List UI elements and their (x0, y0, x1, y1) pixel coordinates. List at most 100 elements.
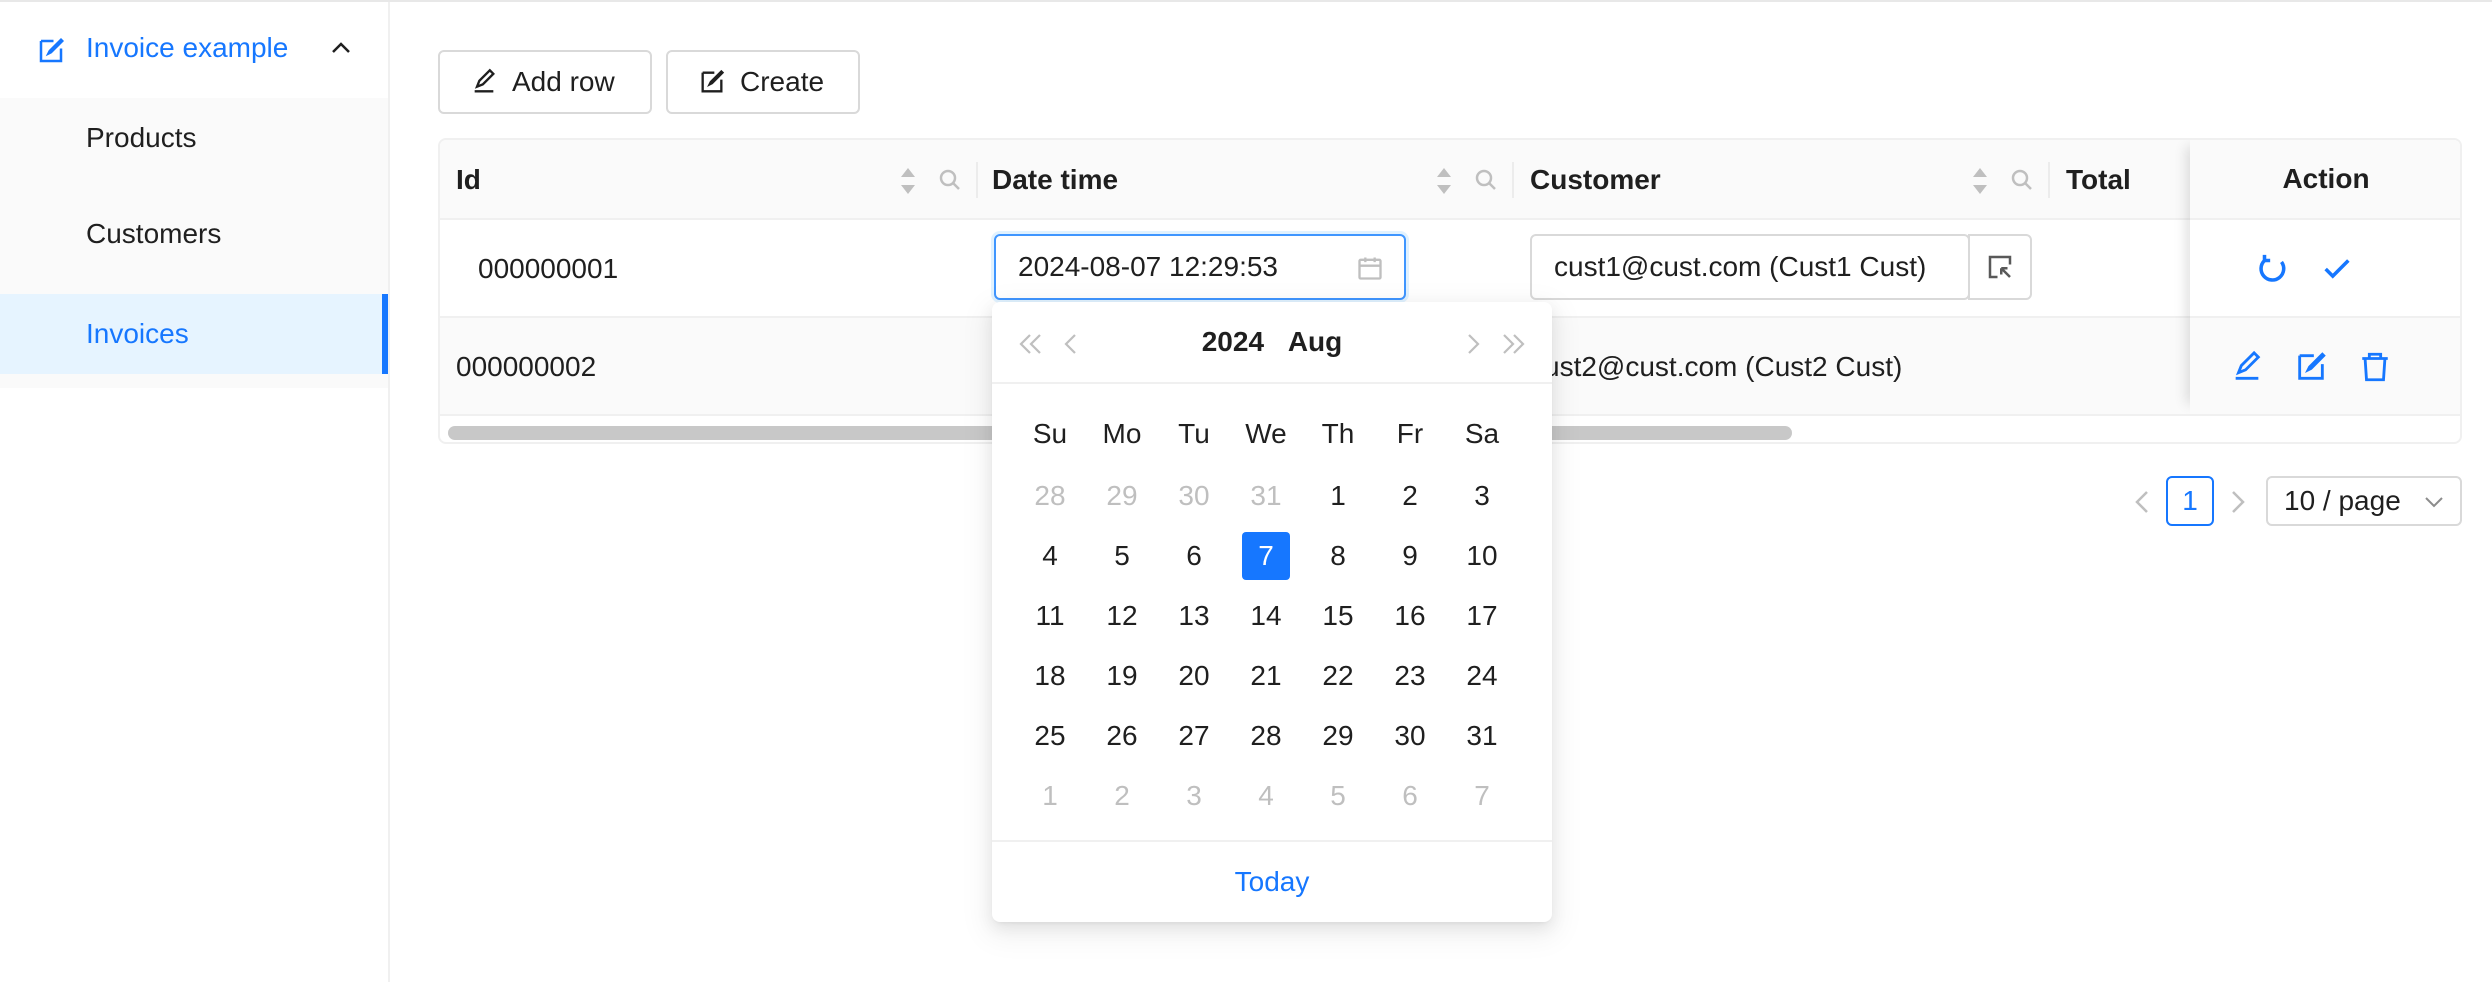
delete-icon[interactable] (2358, 350, 2392, 384)
calendar-day[interactable]: 29 (1314, 712, 1362, 760)
action-cell (2190, 220, 2460, 318)
today-button[interactable]: Today (1235, 866, 1310, 898)
calendar-day[interactable]: 2 (1386, 472, 1434, 520)
calendar-day[interactable]: 25 (1026, 712, 1074, 760)
search-icon[interactable] (1474, 168, 1498, 192)
calendar-day[interactable]: 21 (1242, 652, 1290, 700)
search-icon[interactable] (938, 168, 962, 192)
column-header-total[interactable]: Total (2066, 140, 2131, 220)
sidebar-item-products[interactable]: Products (0, 98, 388, 178)
add-row-button[interactable]: Add row (438, 50, 652, 114)
calendar-day[interactable]: 19 (1098, 652, 1146, 700)
calendar-day[interactable]: 30 (1170, 472, 1218, 520)
prev-page-icon[interactable] (2132, 488, 2154, 516)
calendar-day[interactable]: 5 (1098, 532, 1146, 580)
month-label[interactable]: Aug (1288, 326, 1342, 357)
table-header: Id Date time Customer Total (440, 140, 2460, 220)
check-icon[interactable] (2320, 252, 2354, 286)
datetime-input[interactable]: 2024-08-07 12:29:53 (994, 234, 1406, 300)
column-label: Customer (1530, 164, 1661, 195)
calendar-day[interactable]: 26 (1098, 712, 1146, 760)
calendar-day[interactable]: 6 (1170, 532, 1218, 580)
create-button[interactable]: Create (666, 50, 860, 114)
calendar-day[interactable]: 15 (1314, 592, 1362, 640)
calendar-day[interactable]: 7 (1458, 772, 1506, 820)
calendar-day[interactable]: 12 (1098, 592, 1146, 640)
calendar-day[interactable]: 1 (1026, 772, 1074, 820)
weekday-label: Fr (1396, 418, 1424, 449)
calendar-day[interactable]: 18 (1026, 652, 1074, 700)
chevron-up-icon[interactable] (330, 40, 352, 56)
calendar-day[interactable]: 3 (1170, 772, 1218, 820)
chevron-down-icon (2425, 497, 2443, 508)
weekday-label: Sa (1464, 418, 1500, 449)
sidebar-item-customers[interactable]: Customers (0, 194, 388, 274)
calendar-day[interactable]: 1 (1314, 472, 1362, 520)
calendar-day[interactable]: 3 (1458, 472, 1506, 520)
calendar-day[interactable]: 16 (1386, 592, 1434, 640)
weekday-label: Th (1321, 418, 1355, 449)
sort-icon[interactable] (1972, 166, 1988, 196)
calendar-day[interactable]: 4 (1242, 772, 1290, 820)
datetime-value: 2024-08-07 12:29:53 (1018, 251, 1278, 282)
calendar-day[interactable]: 5 (1314, 772, 1362, 820)
customer-input[interactable]: cust1@cust.com (Cust1 Cust) (1530, 234, 1970, 300)
cell-customer: ust2@cust.com (Cust2 Cust) (1544, 351, 1903, 382)
pagination-item-current[interactable]: 1 (2166, 476, 2214, 526)
calendar-day[interactable]: 11 (1026, 592, 1074, 640)
calendar-day[interactable]: 8 (1314, 532, 1362, 580)
sort-icon[interactable] (900, 166, 916, 196)
select-customer-button[interactable] (1968, 234, 2032, 300)
edit-icon (39, 37, 65, 63)
column-header-id[interactable]: Id (456, 140, 481, 220)
calendar-day[interactable]: 4 (1026, 532, 1074, 580)
search-icon[interactable] (2010, 168, 2034, 192)
calendar-day[interactable]: 27 (1170, 712, 1218, 760)
sidebar-item-label: Products (86, 122, 197, 153)
sidebar-item-invoices[interactable]: Invoices (0, 294, 388, 374)
calendar-day[interactable]: 6 (1386, 772, 1434, 820)
calendar-day[interactable]: 10 (1458, 532, 1506, 580)
calendar-day[interactable]: 20 (1170, 652, 1218, 700)
page-size-value: 10 / page (2284, 485, 2401, 516)
calendar-day[interactable]: 24 (1458, 652, 1506, 700)
add-row-label: Add row (512, 66, 615, 97)
calendar-day[interactable]: 28 (1242, 712, 1290, 760)
column-label: Id (456, 164, 481, 195)
pencil-icon (474, 68, 495, 93)
calendar-day[interactable]: 7 (1242, 532, 1290, 580)
menu-group-invoice-example[interactable]: Invoice example (0, 2, 388, 98)
next-month-icon[interactable] (1464, 332, 1482, 356)
pencil-icon[interactable] (2230, 350, 2264, 384)
column-label: Date time (992, 164, 1119, 195)
next-year-icon[interactable] (1498, 332, 1526, 356)
undo-icon[interactable] (2256, 252, 2290, 286)
calendar-day[interactable]: 31 (1242, 472, 1290, 520)
calendar-day[interactable]: 31 (1458, 712, 1506, 760)
weekday-label: Mo (1102, 418, 1142, 449)
calendar-day[interactable]: 29 (1098, 472, 1146, 520)
sidebar-item-label: Invoices (86, 318, 189, 349)
calendar-day[interactable]: 22 (1314, 652, 1362, 700)
column-header-customer[interactable]: Customer (1530, 140, 1661, 220)
calendar-icon[interactable] (1356, 254, 1384, 282)
page-size-select[interactable]: 10 / page (2266, 476, 2462, 526)
calendar-day[interactable]: 30 (1386, 712, 1434, 760)
sort-icon[interactable] (1436, 166, 1452, 196)
next-page-icon[interactable] (2226, 488, 2248, 516)
edit-icon[interactable] (2294, 350, 2328, 384)
calendar-day[interactable]: 9 (1386, 532, 1434, 580)
calendar-day[interactable]: 23 (1386, 652, 1434, 700)
action-cell (2190, 318, 2460, 416)
column-divider (1512, 162, 1514, 198)
column-header-date-time[interactable]: Date time (992, 140, 1118, 220)
calendar-day[interactable]: 14 (1242, 592, 1290, 640)
year-label[interactable]: 2024 (1202, 326, 1264, 357)
calendar-day[interactable]: 2 (1098, 772, 1146, 820)
calendar-day[interactable]: 13 (1170, 592, 1218, 640)
column-divider (2048, 162, 2050, 198)
calendar-day[interactable]: 28 (1026, 472, 1074, 520)
calendar-day[interactable]: 17 (1458, 592, 1506, 640)
column-label: Total (2066, 164, 2131, 195)
edit-icon (701, 69, 725, 93)
